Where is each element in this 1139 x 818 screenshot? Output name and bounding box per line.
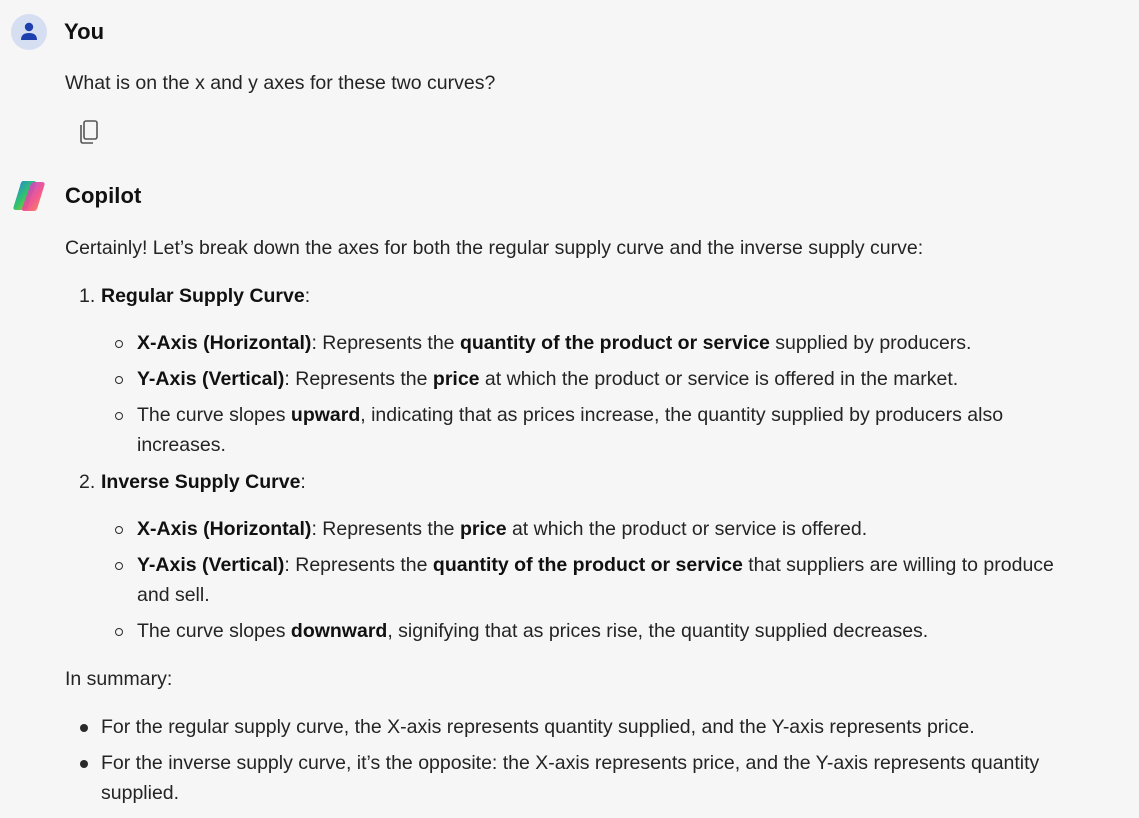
item1-bullet2: Y-Axis (Vertical): Represents the price … [137,364,958,394]
sub-bullet [115,340,123,348]
sub-bullet [115,376,123,384]
sub-bullet [115,628,123,636]
item1-colon: : [304,285,311,307]
sub-bullet [115,526,123,534]
summary-item-1: For the regular supply curve, the X-axis… [101,716,975,738]
item2-bullet2: Y-Axis (Vertical): Represents the quanti… [137,550,1054,580]
user-author-name: You [64,19,105,44]
user-message-text: What is on the x and y axes for these tw… [65,72,496,94]
list-number-2: 2. [79,471,96,493]
item1-bullet1: X-Axis (Horizontal): Represents the quan… [137,328,971,358]
item1-b3-start: The curve slopes [137,404,291,426]
person-icon [21,22,37,40]
item2-b1-mid: : Represents the [311,518,460,540]
item2-b1-bold: price [459,518,507,540]
item2-title: Inverse Supply Curve [101,471,301,493]
sub-bullet [115,412,123,420]
item1-bullet3-cont: increases. [137,434,226,456]
item2-heading: Inverse Supply Curve: [101,467,306,497]
user-message-header: You [10,12,104,52]
item1-b1-bold: quantity of the product or service [459,332,770,354]
item2-b3-start: The curve slopes [137,620,291,642]
sub-bullet [115,562,123,570]
item1-b3-bold: upward [290,404,361,426]
copilot-author-name: Copilot [65,183,142,208]
summary-item-2: For the inverse supply curve, it’s the o… [101,752,1040,774]
item2-b1-end: at which the product or service is offer… [506,518,868,540]
item2-b3-end: , signifying that as prices rise, the qu… [387,620,929,642]
item2-b3-bold: downward [290,620,388,642]
item2-b1-label: X-Axis (Horizontal) [137,518,312,540]
item1-b2-bold: price [432,368,480,390]
item1-b1-mid: : Represents the [311,332,460,354]
summary-bullet [80,760,88,768]
copilot-logo-icon [10,177,48,215]
summary-item-2-cont: supplied. [101,782,180,804]
item1-b1-label: X-Axis (Horizontal) [137,332,312,354]
copy-button[interactable] [74,117,104,147]
item1-b3-end: , indicating that as prices increase, th… [360,404,1004,426]
item2-colon: : [300,471,306,493]
item1-b2-mid: : Represents the [284,368,433,390]
user-avatar [11,14,47,50]
item2-b2-label: Y-Axis (Vertical) [137,554,285,576]
item1-b1-end: supplied by producers. [769,332,972,354]
item2-b2-bold: quantity of the product or service [432,554,743,576]
copilot-message-header: Copilot [10,176,141,216]
list-number-1: 1. [79,285,96,307]
summary-bullet [80,724,88,732]
item2-b2-mid: : Represents the [284,554,433,576]
item2-bullet3: The curve slopes downward, signifying th… [137,616,928,646]
copy-icon [80,120,98,144]
item1-heading: Regular Supply Curve: [101,281,310,311]
item1-b2-label: Y-Axis (Vertical) [137,368,285,390]
copilot-intro: Certainly! Let’s break down the axes for… [65,237,924,259]
item2-bullet1: X-Axis (Horizontal): Represents the pric… [137,514,867,544]
item2-b2-end: that suppliers are willing to produce [742,554,1054,576]
item1-bullet3: The curve slopes upward, indicating that… [137,400,1003,430]
item1-b2-end: at which the product or service is offer… [479,368,959,390]
item1-title: Regular Supply Curve [101,285,305,307]
item2-bullet2-cont: and sell. [137,584,210,606]
chat-conversation: You What is on the x and y axes for thes… [0,0,1139,818]
summary-label: In summary: [65,668,173,690]
